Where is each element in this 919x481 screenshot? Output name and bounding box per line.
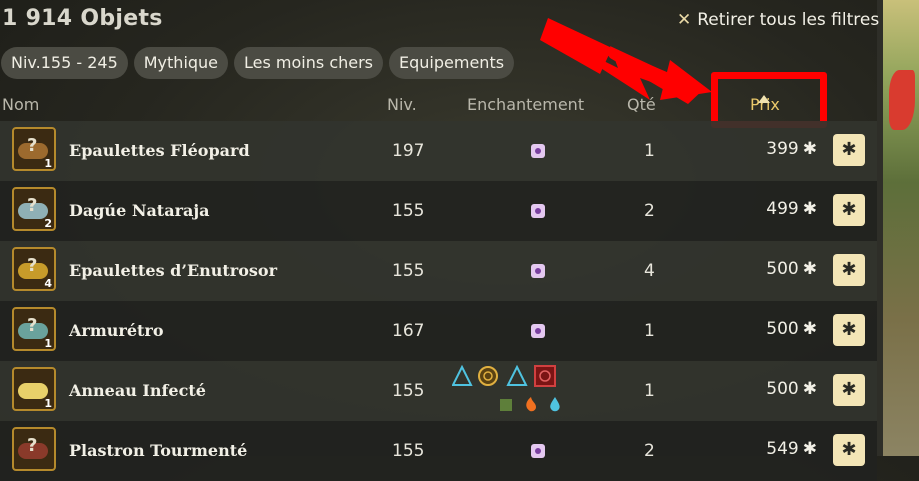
- unknown-item-icon: ?: [27, 315, 38, 336]
- column-header-level[interactable]: Niv.: [387, 95, 417, 114]
- item-thumbnail: ? 1: [12, 127, 56, 171]
- item-price: 500 ✱: [766, 319, 817, 339]
- table-row[interactable]: 1 Anneau Infecté 155 1 500 ✱ ✱: [0, 361, 877, 421]
- item-qty: 1: [644, 381, 655, 401]
- scenery-decoration: [889, 70, 915, 130]
- price-highlight-box: [711, 72, 827, 128]
- item-stack-count: 1: [44, 157, 52, 170]
- buy-button[interactable]: ✱: [833, 194, 865, 226]
- kama-icon: ✱: [802, 199, 817, 219]
- kama-icon: ✱: [841, 139, 857, 160]
- item-thumbnail: ? 4: [12, 247, 56, 291]
- price-value: 500: [766, 259, 799, 279]
- item-level: 197: [392, 141, 425, 161]
- item-thumbnail: ? 2: [12, 187, 56, 231]
- items-table: ? 1 Epaulettes Fléopard 197 1 399 ✱ ✱ ? 2 D…: [0, 121, 880, 481]
- column-header-qty[interactable]: Qté: [627, 95, 656, 114]
- item-name: Plastron Tourmenté: [69, 441, 248, 460]
- item-thumbnail: ?: [12, 427, 56, 471]
- price-value: 549: [766, 439, 799, 459]
- item-name: Epaulettes Fléopard: [69, 141, 250, 160]
- unknown-item-icon: ?: [27, 135, 38, 156]
- dice-icon: [531, 264, 545, 278]
- background-scenery: [883, 0, 919, 456]
- buy-button[interactable]: ✱: [833, 434, 865, 466]
- unknown-item-icon: ?: [27, 435, 38, 456]
- filter-chip-category[interactable]: Equipements: [389, 47, 515, 79]
- kama-icon: ✱: [841, 319, 857, 340]
- item-level: 167: [392, 321, 425, 341]
- item-thumbnail: ? 1: [12, 307, 56, 351]
- table-row[interactable]: ? 2 Dagúe Nataraja 155 2 499 ✱ ✱: [0, 181, 877, 241]
- price-value: 399: [766, 139, 799, 159]
- column-header-enchant[interactable]: Enchantement: [467, 95, 584, 114]
- kama-icon: ✱: [841, 439, 857, 460]
- kama-icon: ✱: [802, 259, 817, 279]
- item-qty: 2: [644, 201, 655, 221]
- item-name: Armurétro: [69, 321, 164, 340]
- table-row[interactable]: ? 4 Epaulettes d’Enutrosor 155 4 500 ✱ ✱: [0, 241, 877, 301]
- item-stack-count: 1: [44, 397, 52, 410]
- item-qty: 1: [644, 321, 655, 341]
- item-level: 155: [392, 441, 425, 461]
- item-price: 500 ✱: [766, 259, 817, 279]
- clear-filters-label: Retirer tous les filtres: [697, 10, 880, 30]
- item-stack-count: 4: [44, 277, 52, 290]
- price-value: 499: [766, 199, 799, 219]
- table-row[interactable]: ? 1 Armurétro 167 1 500 ✱ ✱: [0, 301, 877, 361]
- filter-chip-sort[interactable]: Les moins chers: [234, 47, 384, 79]
- column-header-name[interactable]: Nom: [2, 95, 39, 114]
- item-level: 155: [392, 201, 425, 221]
- item-qty: 1: [644, 141, 655, 161]
- item-level: 155: [392, 381, 425, 401]
- price-value: 500: [766, 379, 799, 399]
- buy-button[interactable]: ✱: [833, 374, 865, 406]
- filter-chip-level[interactable]: Niv.155 - 245: [1, 47, 128, 79]
- unknown-item-icon: ?: [27, 255, 38, 276]
- enchant-runes: [452, 365, 562, 417]
- buy-button[interactable]: ✱: [833, 314, 865, 346]
- table-row[interactable]: ? Plastron Tourmenté 155 2 549 ✱ ✱: [0, 421, 877, 481]
- kama-icon: ✱: [802, 379, 817, 399]
- close-icon: ✕: [677, 10, 692, 30]
- item-level: 155: [392, 261, 425, 281]
- buy-button[interactable]: ✱: [833, 134, 865, 166]
- item-price: 399 ✱: [766, 139, 817, 159]
- buy-button[interactable]: ✱: [833, 254, 865, 286]
- dice-icon: [531, 204, 545, 218]
- dice-icon: [531, 324, 545, 338]
- price-value: 500: [766, 319, 799, 339]
- item-name: Epaulettes d’Enutrosor: [69, 261, 277, 280]
- item-stack-count: 2: [44, 217, 52, 230]
- item-price: 499 ✱: [766, 199, 817, 219]
- kama-icon: ✱: [841, 259, 857, 280]
- unknown-item-icon: ?: [27, 195, 38, 216]
- item-qty: 4: [644, 261, 655, 281]
- item-name: Anneau Infecté: [69, 381, 206, 400]
- item-price: 500 ✱: [766, 379, 817, 399]
- kama-icon: ✱: [802, 439, 817, 459]
- kama-icon: ✱: [841, 379, 857, 400]
- filter-chip-rarity[interactable]: Mythique: [133, 47, 229, 79]
- table-row[interactable]: ? 1 Epaulettes Fléopard 197 1 399 ✱ ✱: [0, 121, 877, 181]
- item-name: Dagúe Nataraja: [69, 201, 210, 220]
- kama-icon: ✱: [802, 139, 817, 159]
- item-qty: 2: [644, 441, 655, 461]
- item-thumbnail: 1: [12, 367, 56, 411]
- results-count-title: 1 914 Objets: [2, 6, 163, 31]
- item-price: 549 ✱: [766, 439, 817, 459]
- kama-icon: ✱: [841, 199, 857, 220]
- item-stack-count: 1: [44, 337, 52, 350]
- active-filters: Niv.155 - 245 Mythique Les moins chers E…: [1, 47, 515, 79]
- kama-icon: ✱: [802, 319, 817, 339]
- clear-filters-button[interactable]: ✕ Retirer tous les filtres: [677, 10, 879, 30]
- dice-icon: [531, 144, 545, 158]
